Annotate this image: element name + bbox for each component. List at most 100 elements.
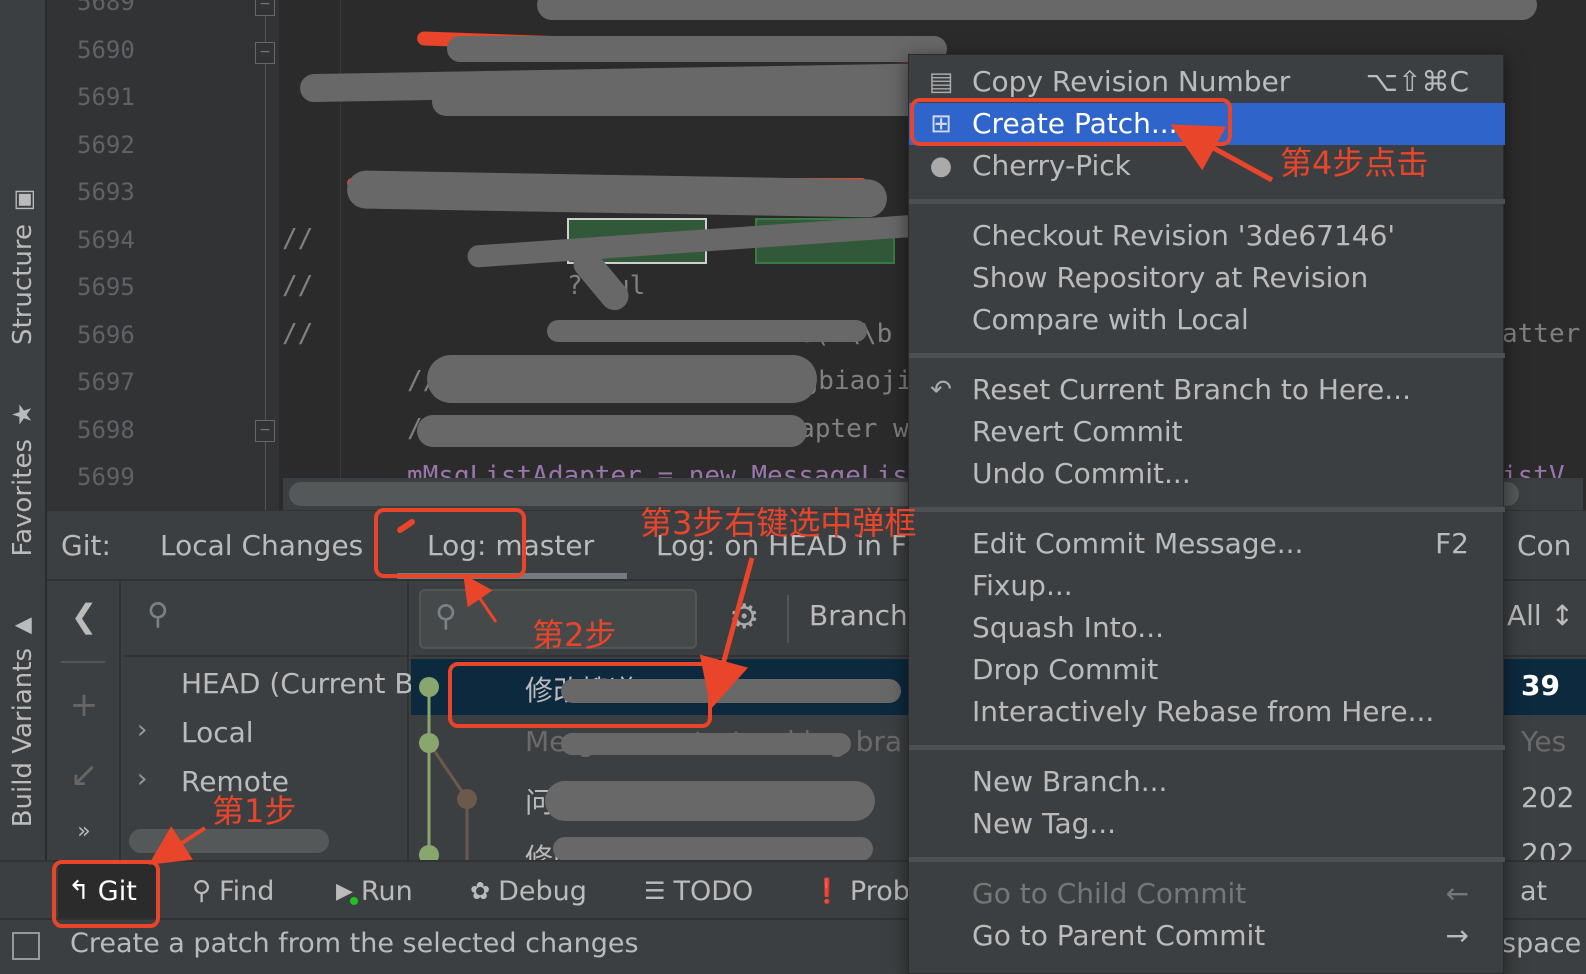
structure-tab-label: Structure <box>8 223 38 345</box>
menu-item-reset-branch[interactable]: ↶ Reset Current Branch to Here... <box>909 369 1505 411</box>
structure-tab[interactable]: Structure ▣ <box>0 180 46 350</box>
star-icon: ★ <box>8 398 38 429</box>
graph-node <box>457 789 477 809</box>
menu-item-squash-into[interactable]: Squash Into... <box>909 607 1505 649</box>
todo-tool-button[interactable]: ☰ TODO <box>634 862 763 920</box>
menu-item-shortcut: ← <box>1445 877 1469 910</box>
line-number: 5696 <box>77 321 135 349</box>
menu-item-shortcut: ⌥⇧⌘C <box>1365 65 1469 98</box>
annotation-step1: 第1步 <box>212 792 297 830</box>
right-tool-label: at <box>1520 875 1548 907</box>
commit-date: 202 <box>1521 781 1575 814</box>
branch-item-head[interactable]: HEAD (Current B <box>181 667 414 700</box>
redaction <box>427 355 817 403</box>
redaction <box>417 415 807 447</box>
run-tool-button[interactable]: ▶ Run <box>326 862 423 920</box>
problems-tool-label: Prob <box>849 875 910 907</box>
status-right-fragment: space <box>1502 928 1582 959</box>
git-window-title: Git: <box>61 529 111 562</box>
toggle-tool-windows-icon[interactable] <box>12 932 40 960</box>
left-tool-stripe: Structure ▣ Favorites ★ Build Variants ▲ <box>0 0 46 920</box>
problems-icon: ❗ <box>812 877 842 905</box>
search-icon: ⚲ <box>147 597 169 632</box>
menu-item-compare-with-local[interactable]: Compare with Local <box>909 299 1505 341</box>
collapse-panel-icon[interactable]: ❮ <box>47 597 121 635</box>
build-variants-tab-label: Build Variants <box>8 647 38 828</box>
problems-tool-button[interactable]: ❗ Prob <box>802 862 920 920</box>
menu-item-shortcut: → <box>1445 919 1469 952</box>
menu-item-label: Compare with Local <box>972 303 1249 336</box>
redaction <box>561 733 851 755</box>
fold-toggle-icon[interactable]: − <box>255 420 275 442</box>
menu-item-label: Copy Revision Number <box>972 65 1291 98</box>
menu-item-label: Show Repository at Revision <box>972 261 1369 294</box>
tab-local-changes[interactable]: Local Changes <box>160 529 363 562</box>
menu-item-new-tag[interactable]: New Tag... <box>909 803 1505 845</box>
menu-item-copy-revision-number[interactable]: ▤ Copy Revision Number ⌥⇧⌘C <box>909 61 1505 103</box>
copy-icon: ▤ <box>928 67 954 97</box>
fold-toggle-icon[interactable]: − <box>255 0 275 16</box>
menu-item-fixup[interactable]: Fixup... <box>909 565 1505 607</box>
menu-item-undo-commit[interactable]: Undo Commit... <box>909 453 1505 495</box>
graph-node <box>419 677 439 697</box>
menu-item-drop-commit[interactable]: Drop Commit <box>909 649 1505 691</box>
menu-item-go-to-parent-commit[interactable]: Go to Parent Commit → <box>909 915 1505 957</box>
tab-console[interactable]: Con <box>1517 529 1571 562</box>
menu-item-edit-commit-message[interactable]: Edit Commit Message... F2 <box>909 523 1505 565</box>
branch-panel-scrollbar[interactable] <box>129 829 329 853</box>
branch-filter[interactable]: Branch <box>809 599 908 632</box>
annotation-step4: 第4步点击 <box>1280 144 1429 182</box>
commit-date: Yes <box>1521 725 1567 758</box>
toolbar-divider <box>61 661 105 663</box>
menu-item-checkout-revision[interactable]: Checkout Revision '3de67146' <box>909 215 1505 257</box>
android-icon: ▲ <box>10 612 36 638</box>
menu-item-label: New Branch... <box>972 765 1168 798</box>
redaction <box>447 36 947 62</box>
line-number: 5693 <box>77 178 135 206</box>
toolbar-divider <box>787 595 789 643</box>
menu-separator <box>909 353 1505 358</box>
add-icon[interactable]: + <box>47 685 121 725</box>
line-number: 5690 <box>77 36 135 64</box>
commit-date: 39 <box>1521 669 1560 702</box>
favorites-tab[interactable]: Favorites ★ <box>0 395 46 560</box>
annotation-box-step3 <box>448 662 712 728</box>
find-tool-button[interactable]: ⚲ Find <box>182 862 284 920</box>
branch-item-local[interactable]: Local <box>181 716 254 749</box>
menu-separator <box>909 507 1505 512</box>
menu-item-interactive-rebase[interactable]: Interactively Rebase from Here... <box>909 691 1505 733</box>
line-number: 5689 <box>77 0 135 16</box>
fold-toggle-icon[interactable]: − <box>255 42 275 64</box>
branch-search[interactable]: ⚲ <box>123 581 409 657</box>
run-tool-label: Run <box>360 875 413 907</box>
right-tool-button[interactable]: at <box>1510 862 1557 920</box>
favorites-tab-label: Favorites <box>8 438 38 557</box>
code-comment: // <box>282 319 314 349</box>
chevron-right-icon[interactable]: › <box>137 715 147 745</box>
redaction <box>537 0 1537 20</box>
chevron-right-icon[interactable]: › <box>137 764 147 794</box>
menu-separator <box>909 857 1505 862</box>
menu-item-show-repository[interactable]: Show Repository at Revision <box>909 257 1505 299</box>
menu-item-label: Revert Commit <box>972 415 1183 448</box>
menu-item-revert-commit[interactable]: Revert Commit <box>909 411 1505 453</box>
date-filter[interactable]: All ↕ <box>1507 599 1574 632</box>
menu-item-label: Edit Commit Message... <box>972 527 1304 560</box>
menu-item-new-branch[interactable]: New Branch... <box>909 761 1505 803</box>
redaction <box>346 170 888 218</box>
search-icon: ⚲ <box>192 876 212 906</box>
arrow-down-left-icon[interactable]: ↙ <box>47 755 121 795</box>
debug-tool-button[interactable]: ✿ Debug <box>460 862 597 920</box>
code-comment: // <box>282 224 314 254</box>
more-tools-icon[interactable]: » <box>47 819 121 844</box>
gear-icon[interactable]: ⚙ <box>729 597 759 637</box>
structure-icon: ▣ <box>9 185 37 214</box>
commit-context-menu: ▤ Copy Revision Number ⌥⇧⌘C ⊞ Create Pat… <box>908 54 1505 974</box>
code-fragment: atter <box>1502 319 1581 349</box>
redaction <box>545 781 875 821</box>
bug-icon: ✿ <box>470 877 491 905</box>
git-side-toolbar: ❮ + ↙ » <box>47 581 121 861</box>
build-variants-tab[interactable]: Build Variants ▲ <box>0 605 46 835</box>
editor-gutter: 5689 5690 5691 5692 5693 5694 5695 5696 … <box>47 0 279 510</box>
menu-separator <box>909 199 1505 204</box>
